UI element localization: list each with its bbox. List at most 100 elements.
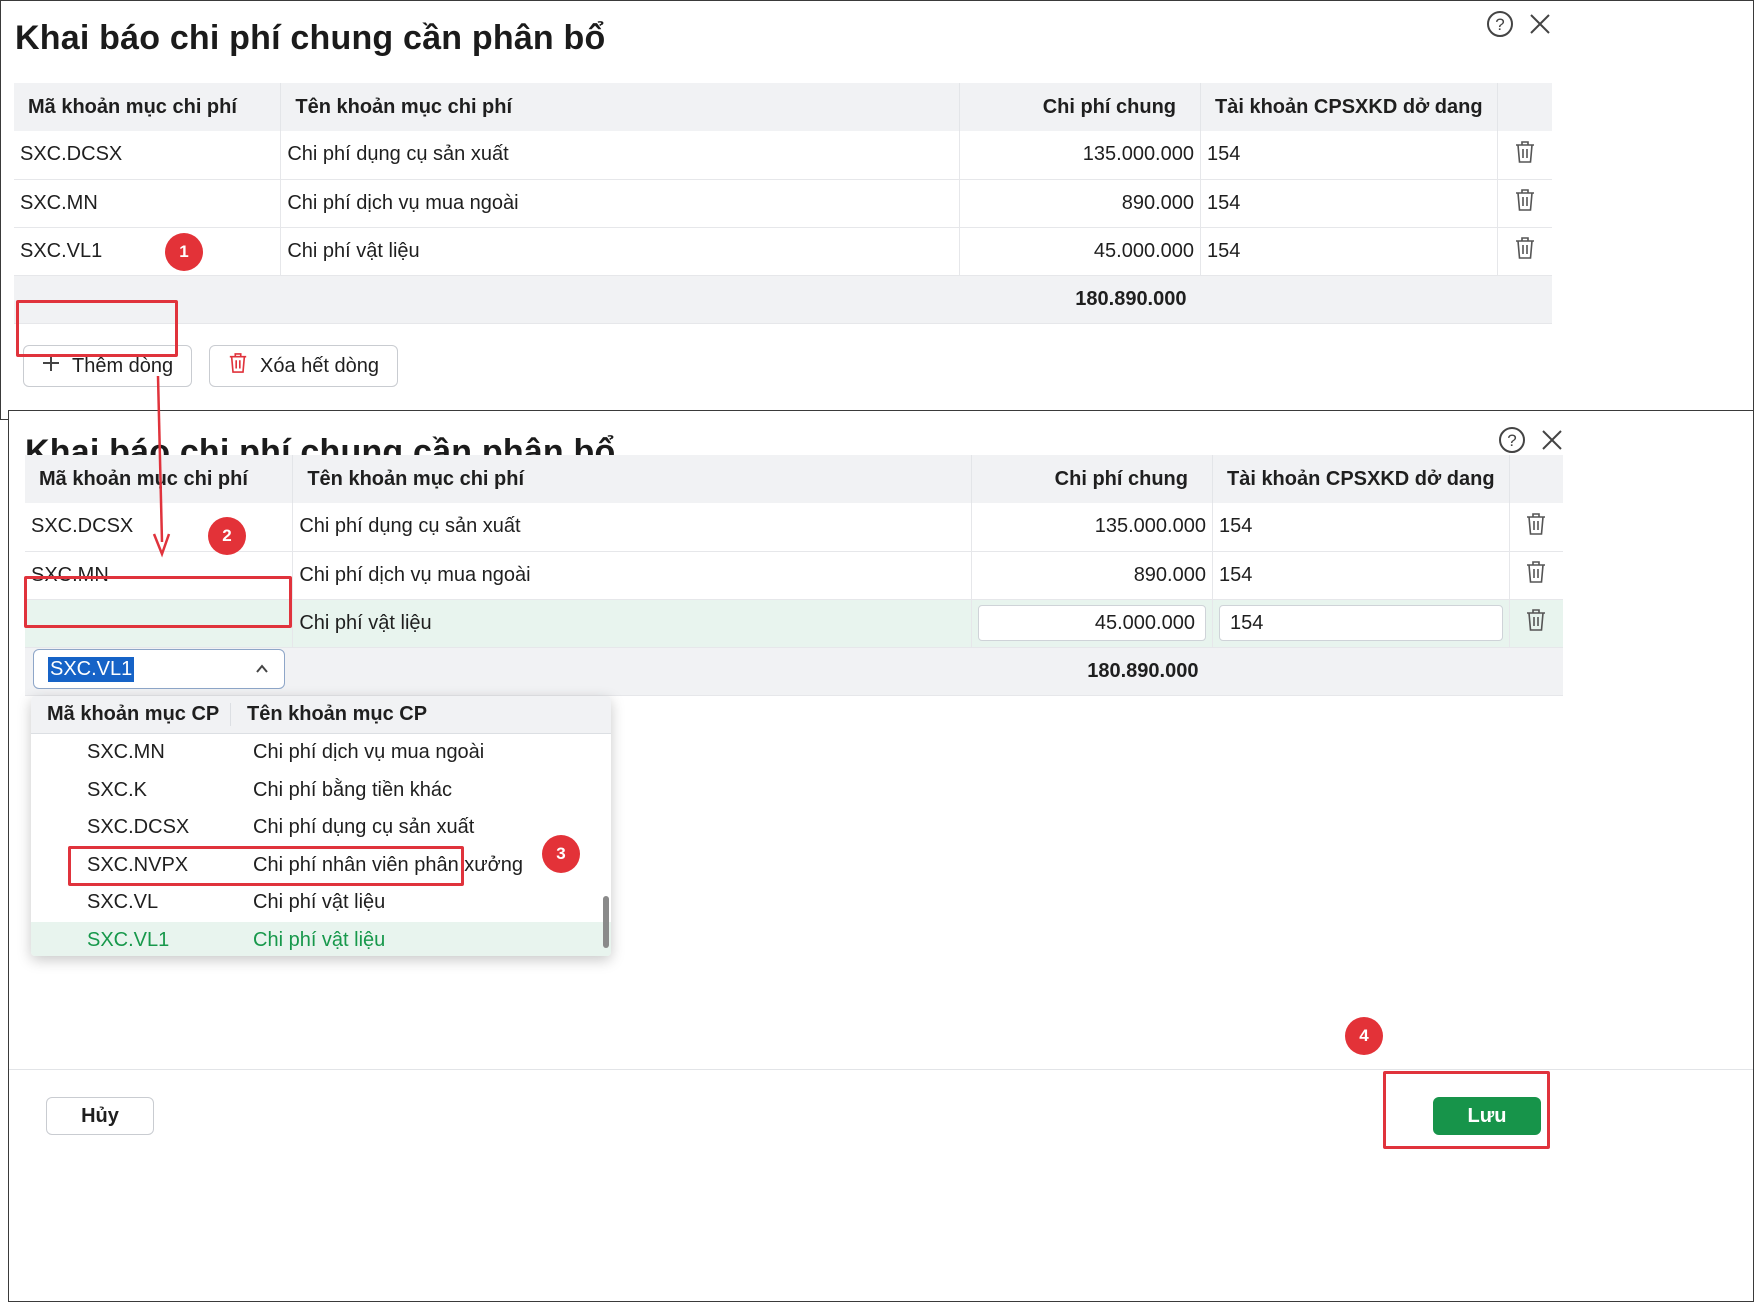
cost-item-dropdown[interactable]: Mã khoản mục CP Tên khoản mục CP SXC.MN … (31, 696, 611, 956)
dropdown-scrollbar[interactable] (601, 736, 609, 954)
column-header-name[interactable]: Tên khoản mục chi phí (280, 83, 961, 131)
option-code: SXC.MN (87, 741, 165, 764)
cell-amount[interactable]: 135.000.000 (959, 131, 1201, 180)
delete-row-button[interactable] (1509, 551, 1563, 600)
cell-amount[interactable]: 890.000 (959, 179, 1201, 228)
cell-code[interactable]: SXC.MN (14, 179, 282, 228)
table-row[interactable]: SXC.DCSX Chi phí dụng cụ sản xuất 135.00… (14, 131, 1552, 180)
dialog-title: Khai báo chi phí chung cần phân bổ (15, 19, 606, 57)
cell-amount[interactable]: 890.000 (971, 551, 1213, 600)
cell-account[interactable]: 154 (1200, 131, 1498, 180)
trash-icon[interactable] (1514, 188, 1536, 218)
table-row[interactable]: SXC.DCSX Chi phí dụng cụ sản xuất 135.00… (25, 503, 1563, 552)
cell-code[interactable]: SXC.DCSX (14, 131, 282, 180)
table-row[interactable]: SXC.MN Chi phí dịch vụ mua ngoài 890.000… (14, 179, 1552, 228)
cell-name[interactable]: Chi phí dụng cụ sản xuất (280, 131, 961, 180)
option-name: Chi phí dụng cụ sản xuất (253, 816, 475, 839)
cell-amount[interactable]: 45.000.000 (959, 227, 1201, 276)
active-table-row[interactable]: Chi phí vật liệu 45.000.000 154 (25, 599, 1563, 648)
footer-divider (9, 1069, 1753, 1070)
column-header-code[interactable]: Mã khoản mục chi phí (14, 83, 282, 131)
option-name: Chi phí vật liệu (253, 928, 386, 951)
svg-text:?: ? (1507, 431, 1516, 450)
step-badge-4: 4 (1345, 1017, 1383, 1055)
help-icon[interactable]: ? (1497, 425, 1527, 455)
cell-name[interactable]: Chi phí vật liệu (280, 227, 961, 276)
scrollbar-thumb[interactable] (603, 896, 609, 948)
cell-account[interactable]: 154 (1200, 227, 1498, 276)
cell-name[interactable]: Chi phí vật liệu (292, 599, 973, 648)
option-code: SXC.K (87, 778, 148, 801)
option-name: Chi phí nhân viên phân xưởng (253, 853, 524, 876)
trash-icon[interactable] (1525, 608, 1547, 638)
help-icon[interactable]: ? (1485, 9, 1515, 39)
trash-icon[interactable] (1514, 140, 1536, 170)
cell-code[interactable]: SXC.VL1 (14, 227, 282, 276)
clear-rows-label: Xóa hết dòng (260, 354, 379, 377)
total-amount: 180.890.000 (971, 647, 1213, 696)
delete-row-button[interactable] (1497, 227, 1552, 276)
step-badge-1: 1 (165, 233, 203, 271)
save-button[interactable]: Lưu (1433, 1097, 1541, 1135)
table-row[interactable]: SXC.MN Chi phí dịch vụ mua ngoài 890.000… (25, 551, 1563, 600)
plus-icon (42, 354, 60, 378)
cell-account[interactable]: 154 (1200, 179, 1498, 228)
option-code: SXC.DCSX (87, 816, 190, 839)
column-header-account[interactable]: Tài khoản CPSXKD dở dang (1200, 83, 1498, 131)
dropdown-option[interactable]: SXC.NVPX Chi phí nhân viên phân xưởng (31, 847, 611, 885)
cell-account[interactable]: 154 (1212, 503, 1510, 552)
combobox-value[interactable]: SXC.VL1 (48, 656, 135, 682)
option-name: Chi phí dịch vụ mua ngoài (253, 741, 485, 764)
svg-text:?: ? (1495, 15, 1504, 34)
option-code: SXC.VL (87, 891, 159, 914)
column-header-account[interactable]: Tài khoản CPSXKD dở dang (1212, 455, 1510, 503)
option-name: Chi phí vật liệu (253, 891, 386, 914)
delete-row-button[interactable] (1497, 131, 1552, 180)
step-badge-2: 2 (208, 517, 246, 555)
dropdown-col-name: Tên khoản mục CP (247, 703, 428, 725)
delete-row-button[interactable] (1497, 179, 1552, 228)
dropdown-option[interactable]: SXC.DCSX Chi phí dụng cụ sản xuất (31, 809, 611, 847)
cell-name[interactable]: Chi phí dụng cụ sản xuất (292, 503, 973, 552)
dropdown-header: Mã khoản mục CP Tên khoản mục CP (31, 696, 611, 734)
column-header-amount[interactable]: Chi phí chung (971, 455, 1213, 503)
close-icon[interactable] (1525, 9, 1555, 39)
cancel-button[interactable]: Hủy (46, 1097, 154, 1135)
cell-name[interactable]: Chi phí dịch vụ mua ngoài (280, 179, 961, 228)
dropdown-option[interactable]: SXC.VL Chi phí vật liệu (31, 884, 611, 922)
chevron-up-icon[interactable] (254, 660, 270, 683)
delete-row-button[interactable] (1509, 599, 1563, 648)
dialog-background: Khai báo chi phí chung cần phân bổ ? Mã … (0, 0, 1754, 420)
option-code: SXC.NVPX (87, 853, 189, 876)
trash-icon[interactable] (1525, 512, 1547, 542)
dialog-foreground: Khai báo chi phí chung cần phân bổ ? Mã … (8, 410, 1754, 1302)
dropdown-option[interactable]: SXC.MN Chi phí dịch vụ mua ngoài (31, 734, 611, 772)
clear-rows-button[interactable]: Xóa hết dòng (209, 345, 398, 387)
account-input[interactable]: 154 (1218, 605, 1503, 641)
cell-code[interactable]: SXC.MN (25, 551, 294, 600)
table-row[interactable]: SXC.VL1 Chi phí vật liệu 45.000.000 154 (14, 227, 1552, 276)
trash-icon[interactable] (1525, 560, 1547, 590)
amount-input[interactable]: 45.000.000 (978, 605, 1206, 641)
step-badge-3: 3 (542, 835, 580, 873)
cost-item-combobox[interactable]: SXC.VL1 (33, 649, 285, 689)
column-header-name[interactable]: Tên khoản mục chi phí (292, 455, 973, 503)
trash-icon (228, 352, 248, 380)
cell-account[interactable]: 154 (1212, 551, 1510, 600)
column-header-actions (1509, 455, 1563, 503)
arrow-annotation (152, 375, 171, 558)
cell-code-editing[interactable] (25, 599, 294, 648)
cell-name[interactable]: Chi phí dịch vụ mua ngoài (292, 551, 973, 600)
trash-icon[interactable] (1514, 236, 1536, 266)
column-header-actions (1497, 83, 1552, 131)
column-header-amount[interactable]: Chi phí chung (959, 83, 1201, 131)
cell-amount[interactable]: 135.000.000 (971, 503, 1213, 552)
cost-item-table: Mã khoản mục chi phí Tên khoản mục chi p… (14, 83, 1552, 324)
total-amount: 180.890.000 (959, 275, 1201, 324)
dropdown-option[interactable]: SXC.K Chi phí bằng tiền khác (31, 772, 611, 810)
close-icon[interactable] (1537, 425, 1567, 455)
delete-row-button[interactable] (1509, 503, 1563, 552)
dropdown-col-code: Mã khoản mục CP (31, 703, 231, 726)
dropdown-option-selected[interactable]: SXC.VL1 Chi phí vật liệu (31, 921, 611, 956)
option-code: SXC.VL1 (87, 928, 170, 951)
